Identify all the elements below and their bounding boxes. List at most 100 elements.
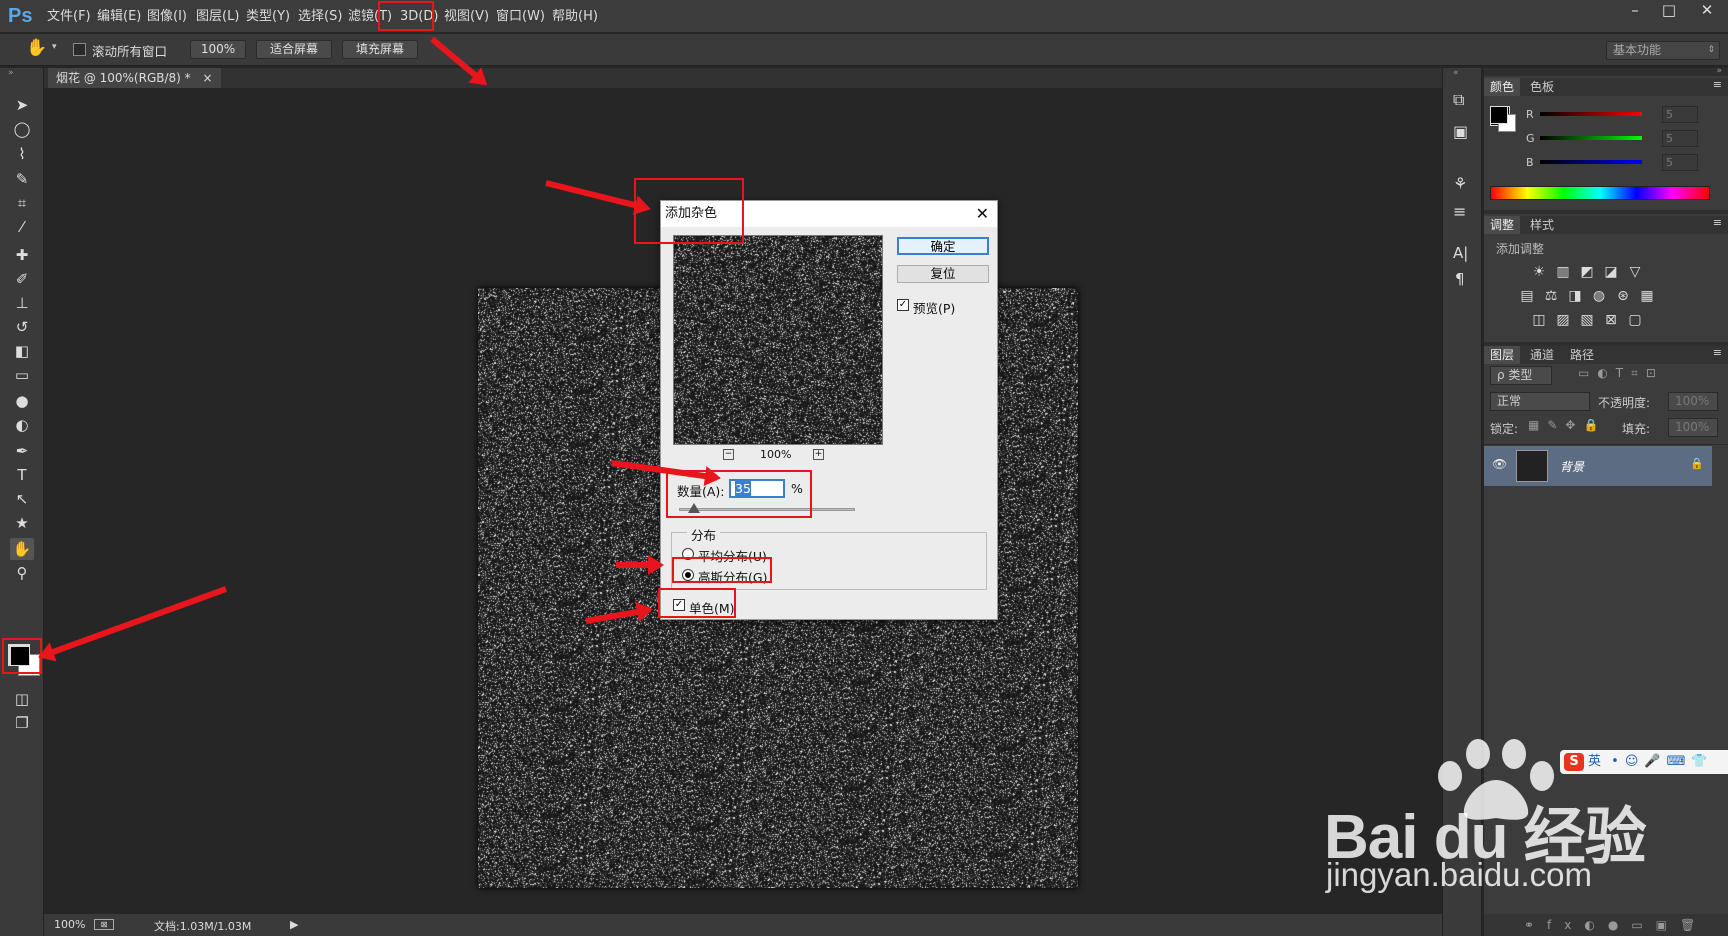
gradient-tool-icon[interactable]: ▭: [10, 364, 34, 386]
color-spectrum-ramp[interactable]: [1490, 186, 1710, 200]
menu-image[interactable]: 图像(I): [144, 6, 190, 28]
opacity-input[interactable]: 100%: [1668, 392, 1718, 411]
type-tool-icon[interactable]: T: [10, 464, 34, 486]
shape-tool-icon[interactable]: ★: [10, 512, 34, 534]
g-value[interactable]: 5: [1662, 130, 1698, 147]
tab-color[interactable]: 颜色: [1484, 78, 1521, 96]
menu-layer[interactable]: 图层(L): [193, 6, 242, 28]
menu-file[interactable]: 文件(F): [44, 6, 94, 28]
history-brush-tool-icon[interactable]: ↺: [10, 316, 34, 338]
color-lookup-icon[interactable]: ▦: [1638, 288, 1656, 304]
minimize-button[interactable]: –: [1618, 0, 1652, 22]
document-tab[interactable]: 烟花 @ 100%(RGB/8) * ×: [48, 68, 221, 88]
dodge-tool-icon[interactable]: ◐: [10, 414, 34, 436]
workspace-switcher[interactable]: 基本功能 ⇕: [1606, 41, 1720, 60]
hand-tool-icon[interactable]: ✋: [26, 38, 47, 60]
reset-button[interactable]: 复位: [897, 265, 989, 283]
exposure-icon[interactable]: ◪: [1602, 264, 1620, 280]
blend-mode-dropdown[interactable]: 正常: [1490, 392, 1590, 411]
layer-filter-dropdown[interactable]: ρ 类型: [1490, 366, 1552, 385]
channel-mixer-icon[interactable]: ⊛: [1614, 288, 1632, 304]
path-selection-tool-icon[interactable]: ↖: [10, 488, 34, 510]
hand-tool-active-icon[interactable]: ✋: [10, 538, 34, 560]
layer-name[interactable]: 背景: [1560, 458, 1584, 475]
scroll-all-windows-checkbox[interactable]: [73, 43, 86, 56]
screen-mode-icon[interactable]: ❐: [10, 712, 34, 734]
move-tool-icon[interactable]: ➤: [10, 94, 34, 116]
posterize-icon[interactable]: ▨: [1554, 312, 1572, 328]
threshold-icon[interactable]: ▧: [1578, 312, 1596, 328]
b-slider[interactable]: [1540, 160, 1642, 164]
color-balance-icon[interactable]: ⚖: [1542, 288, 1560, 304]
photo-filter-icon[interactable]: ◍: [1590, 288, 1608, 304]
fill-input[interactable]: 100%: [1668, 418, 1718, 437]
gradient-map-icon[interactable]: ⊠: [1602, 312, 1620, 328]
fill-screen-button[interactable]: 填充屏幕: [342, 40, 418, 59]
dialog-close-icon[interactable]: ✕: [976, 201, 989, 227]
fit-screen-button[interactable]: 适合屏幕: [256, 40, 332, 59]
tab-swatches[interactable]: 色板: [1524, 78, 1560, 96]
eraser-tool-icon[interactable]: ◧: [10, 340, 34, 362]
menu-select[interactable]: 选择(S): [295, 6, 345, 28]
menu-help[interactable]: 帮助(H): [549, 6, 601, 28]
character-panel-icon[interactable]: A|: [1453, 244, 1468, 262]
collapse-strip-icon[interactable]: «: [1453, 68, 1459, 78]
lock-icons[interactable]: ▦✎✥🔒: [1528, 418, 1606, 432]
tab-styles[interactable]: 样式: [1524, 216, 1560, 234]
layer-filter-icons[interactable]: ▭◐T⌗⊡: [1578, 366, 1664, 381]
actions-panel-icon[interactable]: ▣: [1453, 122, 1468, 141]
layers-panel-menu-icon[interactable]: ≡: [1713, 346, 1722, 359]
paragraph-panel-icon[interactable]: ¶: [1455, 270, 1465, 288]
zoom-level[interactable]: 100%: [54, 918, 85, 931]
invert-icon[interactable]: ◫: [1530, 312, 1548, 328]
brush-panel-icon[interactable]: ⚘: [1453, 174, 1467, 193]
zoom-tool-icon[interactable]: ⚲: [10, 562, 34, 584]
clone-stamp-tool-icon[interactable]: ⊥: [10, 292, 34, 314]
close-window-button[interactable]: ✕: [1690, 0, 1724, 22]
zoom-out-icon[interactable]: −: [723, 449, 734, 460]
brush-presets-icon[interactable]: ≡: [1453, 202, 1466, 221]
eyedropper-tool-icon[interactable]: ⁄: [10, 216, 34, 238]
b-value[interactable]: 5: [1662, 154, 1698, 171]
marquee-tool-icon[interactable]: ◯: [10, 118, 34, 140]
r-value[interactable]: 5: [1662, 106, 1698, 123]
pen-tool-icon[interactable]: ✒: [10, 440, 34, 462]
ime-toolbar[interactable]: S 英 •☺🎤⌨👕: [1560, 750, 1728, 774]
close-tab-icon[interactable]: ×: [203, 71, 213, 85]
menu-window[interactable]: 窗口(W): [493, 6, 548, 28]
layer-row-background[interactable]: 👁 背景 🔒: [1484, 446, 1712, 486]
collapse-panels-icon[interactable]: »: [1716, 66, 1722, 76]
zoom-in-icon[interactable]: +: [813, 449, 824, 460]
brightness-contrast-icon[interactable]: ☀: [1530, 264, 1548, 280]
menu-edit[interactable]: 编辑(E): [94, 6, 144, 28]
healing-brush-tool-icon[interactable]: ✚: [10, 244, 34, 266]
quick-selection-tool-icon[interactable]: ✎: [10, 168, 34, 190]
levels-icon[interactable]: ▥: [1554, 264, 1572, 280]
zoom-100-button[interactable]: 100%: [190, 40, 246, 59]
preview-checkbox[interactable]: ✓: [897, 299, 909, 311]
color-panel-menu-icon[interactable]: ≡: [1713, 78, 1722, 91]
menu-type[interactable]: 类型(Y): [243, 6, 293, 28]
maximize-button[interactable]: □: [1652, 0, 1686, 22]
black-white-icon[interactable]: ◨: [1566, 288, 1584, 304]
selective-color-icon[interactable]: ▢: [1626, 312, 1644, 328]
lasso-tool-icon[interactable]: ⌇: [10, 143, 34, 165]
history-panel-icon[interactable]: ⧉: [1453, 90, 1464, 110]
brush-tool-icon[interactable]: ✐: [10, 268, 34, 290]
collapse-tools-icon[interactable]: »: [8, 68, 14, 78]
layer-visibility-eye-icon[interactable]: 👁: [1492, 457, 1507, 471]
r-slider[interactable]: [1540, 112, 1642, 116]
ime-tool-icons[interactable]: •☺🎤⌨👕: [1611, 754, 1713, 769]
adjust-panel-menu-icon[interactable]: ≡: [1713, 216, 1722, 229]
ok-button[interactable]: 确定: [897, 237, 989, 255]
noise-preview[interactable]: [673, 235, 883, 445]
tab-adjustments[interactable]: 调整: [1484, 216, 1521, 234]
g-slider[interactable]: [1540, 136, 1642, 140]
status-menu-arrow-icon[interactable]: ▶: [290, 918, 298, 931]
crop-tool-icon[interactable]: ⌗: [10, 192, 34, 214]
tab-layers[interactable]: 图层: [1484, 346, 1521, 364]
quick-mask-icon[interactable]: ◫: [10, 688, 34, 710]
curves-icon[interactable]: ◩: [1578, 264, 1596, 280]
hue-saturation-icon[interactable]: ▤: [1518, 288, 1536, 304]
menu-view[interactable]: 视图(V): [441, 6, 492, 28]
